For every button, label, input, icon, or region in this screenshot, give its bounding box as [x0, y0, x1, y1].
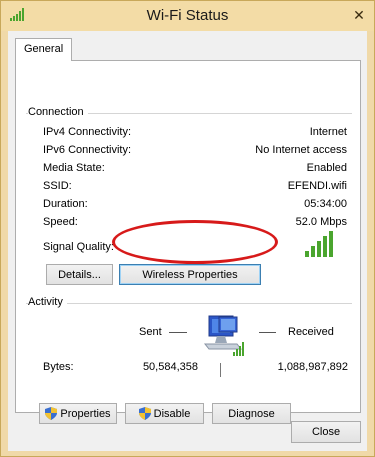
window-title: Wi-Fi Status: [146, 7, 229, 24]
signal-quality-label: Signal Quality:: [43, 241, 114, 253]
wifi-status-window: Wi-Fi Status ✕ General Connection IPv4 C…: [0, 0, 375, 457]
ipv4-value: Internet: [309, 126, 347, 138]
shield-icon: [138, 407, 151, 420]
received-label: Received: [288, 326, 334, 338]
ssid-value: EFENDI.wifi: [287, 180, 347, 192]
speed-value: 52.0 Mbps: [295, 216, 347, 228]
received-line: [259, 332, 276, 333]
dialog-client: General Connection IPv4 Connectivity: In…: [8, 31, 367, 451]
properties-button[interactable]: Properties: [39, 403, 117, 424]
title-close-icon[interactable]: ✕: [350, 6, 368, 24]
sent-line: [169, 332, 187, 333]
disable-button[interactable]: Disable: [125, 403, 204, 424]
bytes-label: Bytes:: [43, 361, 74, 373]
ssid-label: SSID:: [43, 180, 72, 192]
disable-label: Disable: [153, 407, 191, 420]
bytes-sent-value: 50,584,358: [142, 361, 198, 373]
properties-label: Properties: [60, 407, 111, 420]
signal-bar: [323, 236, 327, 257]
diagnose-button[interactable]: Diagnose: [212, 403, 291, 424]
activity-divider: [26, 303, 352, 304]
title-bar[interactable]: Wi-Fi Status ✕: [1, 1, 374, 31]
activity-heading: Activity: [28, 296, 67, 308]
network-computer-icon: [203, 315, 244, 356]
signal-bar: [329, 231, 333, 257]
ipv6-label: IPv6 Connectivity:: [43, 144, 132, 156]
speed-label: Speed:: [43, 216, 78, 228]
sent-label: Sent: [139, 326, 162, 338]
duration-value: 05:34:00: [304, 198, 347, 210]
media-state-value: Enabled: [306, 162, 347, 174]
ipv4-label: IPv4 Connectivity:: [43, 126, 132, 138]
shield-icon: [45, 407, 58, 420]
bytes-separator: [220, 363, 221, 377]
wireless-properties-button[interactable]: Wireless Properties: [119, 264, 261, 285]
signal-bar: [311, 246, 315, 257]
tab-general[interactable]: General: [15, 38, 73, 61]
close-button[interactable]: Close: [291, 421, 361, 443]
bytes-received-value: 1,088,987,892: [277, 361, 348, 373]
connection-heading: Connection: [28, 106, 88, 118]
signal-bar: [305, 251, 309, 257]
ipv6-value: No Internet access: [255, 144, 347, 156]
signal-quality-icon: [305, 231, 333, 257]
signal-bar: [317, 241, 321, 257]
media-state-label: Media State:: [43, 162, 105, 174]
duration-label: Duration:: [43, 198, 88, 210]
general-panel: Connection IPv4 Connectivity: Internet I…: [15, 60, 361, 424]
details-button[interactable]: Details...: [46, 264, 113, 285]
